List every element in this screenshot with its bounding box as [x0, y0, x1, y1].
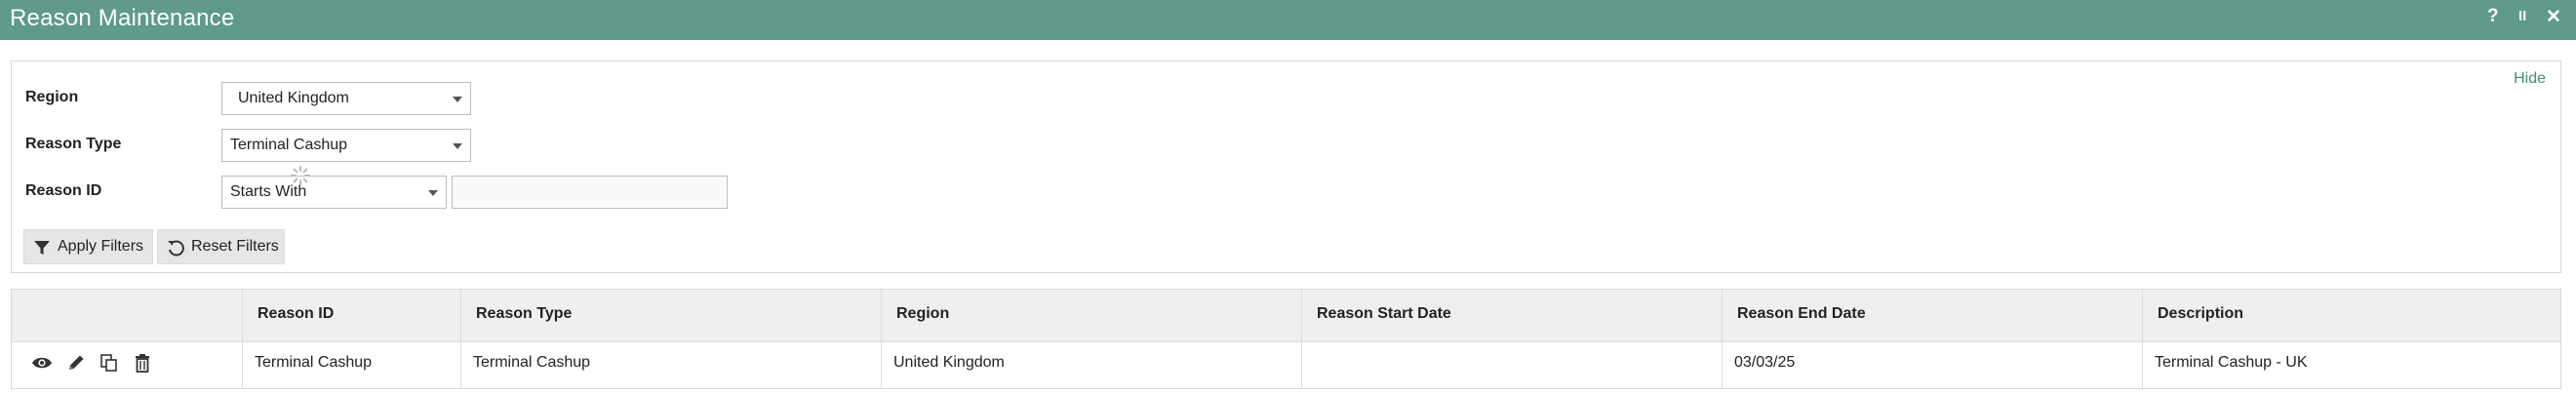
chevron-down-icon: [428, 190, 438, 196]
reason-type-label: Reason Type: [25, 136, 122, 152]
column-divider: [242, 290, 243, 388]
copy-icon[interactable]: [99, 352, 120, 374]
reset-filters-label: Reset Filters: [191, 238, 279, 255]
apply-filters-button[interactable]: Apply Filters: [23, 229, 153, 264]
reset-icon: [168, 240, 184, 257]
cell-region: United Kingdom: [893, 354, 1005, 371]
region-label: Region: [25, 89, 79, 105]
hide-filters-link[interactable]: Hide: [2514, 70, 2546, 88]
help-button[interactable]: ?: [2487, 6, 2499, 27]
region-select-value: United Kingdom: [238, 90, 349, 106]
column-divider: [1722, 290, 1723, 388]
cell-reason-type: Terminal Cashup: [473, 354, 591, 371]
view-icon[interactable]: [31, 352, 53, 374]
column-divider: [881, 290, 882, 388]
reason-type-select-value: Terminal Cashup: [230, 137, 348, 153]
column-divider: [2142, 290, 2143, 388]
loading-spinner-icon: [291, 166, 310, 185]
reason-id-input[interactable]: [452, 176, 728, 209]
filter-panel: Hide Region United Kingdom Reason Type T…: [11, 60, 2561, 273]
column-header-description[interactable]: Description: [2158, 305, 2243, 323]
column-header-reason-type[interactable]: Reason Type: [476, 305, 572, 323]
chevron-down-icon: [453, 143, 462, 149]
chevron-down-icon: [453, 97, 462, 102]
region-select[interactable]: United Kingdom: [221, 82, 471, 115]
title-bar: Reason Maintenance ? II ✕: [0, 0, 2576, 40]
delete-icon[interactable]: [132, 352, 153, 374]
column-divider: [1301, 290, 1302, 388]
window-title: Reason Maintenance: [10, 5, 235, 31]
column-header-reason-end-date[interactable]: Reason End Date: [1737, 305, 1866, 323]
column-header-region[interactable]: Region: [896, 305, 949, 323]
pause-button[interactable]: II: [2518, 8, 2526, 24]
close-button[interactable]: ✕: [2546, 6, 2561, 28]
filter-icon: [34, 241, 50, 255]
column-divider: [460, 290, 461, 388]
reason-type-select[interactable]: Terminal Cashup: [221, 129, 471, 162]
reason-id-operator-select[interactable]: Starts With: [221, 176, 447, 209]
column-header-reason-start-date[interactable]: Reason Start Date: [1317, 305, 1451, 323]
reset-filters-button[interactable]: Reset Filters: [157, 229, 285, 264]
cell-description: Terminal Cashup - UK: [2155, 354, 2308, 371]
cell-reason-id: Terminal Cashup: [255, 354, 373, 371]
edit-icon[interactable]: [65, 352, 87, 374]
results-table: Reason ID Reason Type Region Reason Star…: [11, 289, 2561, 389]
column-header-reason-id[interactable]: Reason ID: [258, 305, 334, 323]
reason-id-label: Reason ID: [25, 182, 102, 199]
cell-reason-end-date: 03/03/25: [1734, 354, 1796, 371]
apply-filters-label: Apply Filters: [58, 238, 144, 255]
